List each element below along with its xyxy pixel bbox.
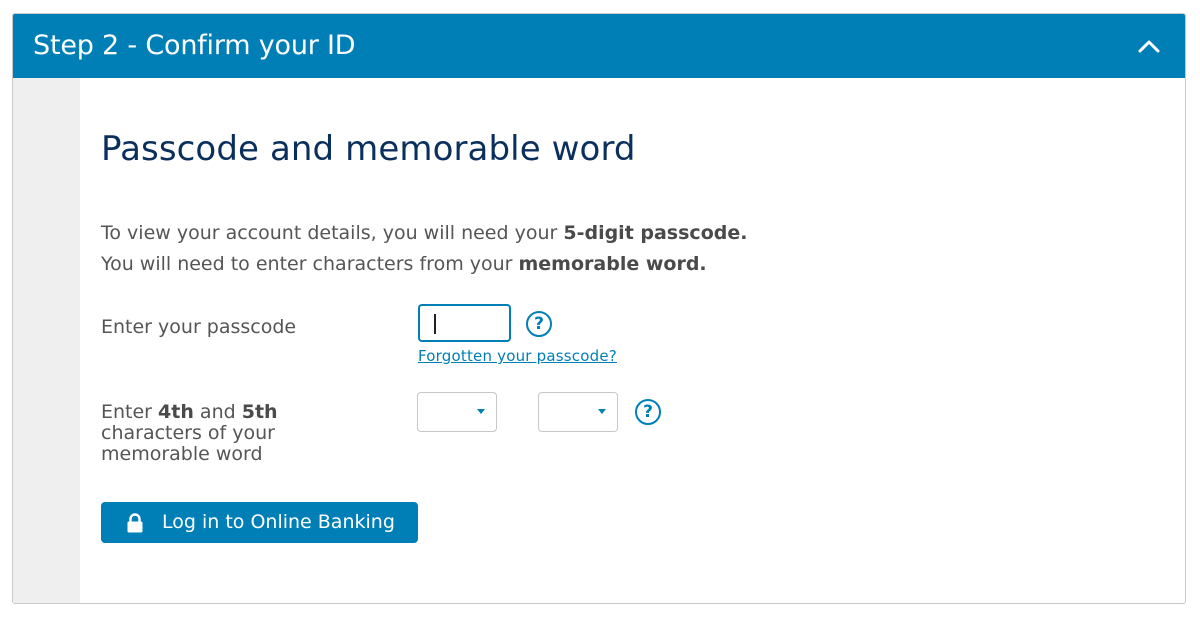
- login-button[interactable]: Log in to Online Banking: [101, 502, 418, 543]
- dropdown-arrow-icon: [598, 409, 606, 414]
- intro-line-1-text: To view your account details, you will n…: [101, 222, 564, 244]
- memorable-label-prefix: Enter: [101, 401, 159, 423]
- intro-line-2: You will need to enter characters from y…: [101, 249, 747, 280]
- intro-text: To view your account details, you will n…: [101, 218, 747, 280]
- intro-line-2-text: You will need to enter characters from y…: [101, 253, 519, 275]
- panel-header[interactable]: Step 2 - Confirm your ID: [13, 14, 1185, 78]
- dropdown-arrow-icon: [477, 409, 485, 414]
- chevron-up-icon[interactable]: [1135, 34, 1163, 58]
- login-button-label: Log in to Online Banking: [162, 511, 395, 533]
- side-strip: [13, 78, 80, 603]
- question-icon[interactable]: ?: [526, 311, 552, 337]
- passcode-emphasis: 5-digit passcode.: [563, 222, 748, 244]
- lock-icon: [126, 513, 144, 533]
- forgotten-passcode-link[interactable]: Forgotten your passcode?: [418, 347, 617, 365]
- char-position-2: 5th: [241, 401, 278, 423]
- panel-title: Step 2 - Confirm your ID: [33, 30, 356, 61]
- memorable-char-1-select[interactable]: [417, 392, 497, 432]
- passcode-input[interactable]: [418, 304, 511, 342]
- memorable-label-and: and: [193, 401, 242, 423]
- confirm-id-panel: Step 2 - Confirm your ID Passcode and me…: [12, 13, 1186, 604]
- question-icon[interactable]: ?: [635, 399, 661, 425]
- memorable-char-2-select[interactable]: [538, 392, 618, 432]
- memorable-word-label: Enter 4th and 5th characters of your memo…: [101, 402, 321, 465]
- text-caret: [434, 314, 436, 334]
- passcode-label: Enter your passcode: [101, 316, 297, 338]
- intro-line-1: To view your account details, you will n…: [101, 218, 747, 249]
- memorable-word-emphasis: memorable word.: [518, 253, 707, 275]
- memorable-label-rest: characters of your memorable word: [101, 422, 275, 465]
- section-heading: Passcode and memorable word: [101, 129, 636, 169]
- char-position-1: 4th: [158, 401, 194, 423]
